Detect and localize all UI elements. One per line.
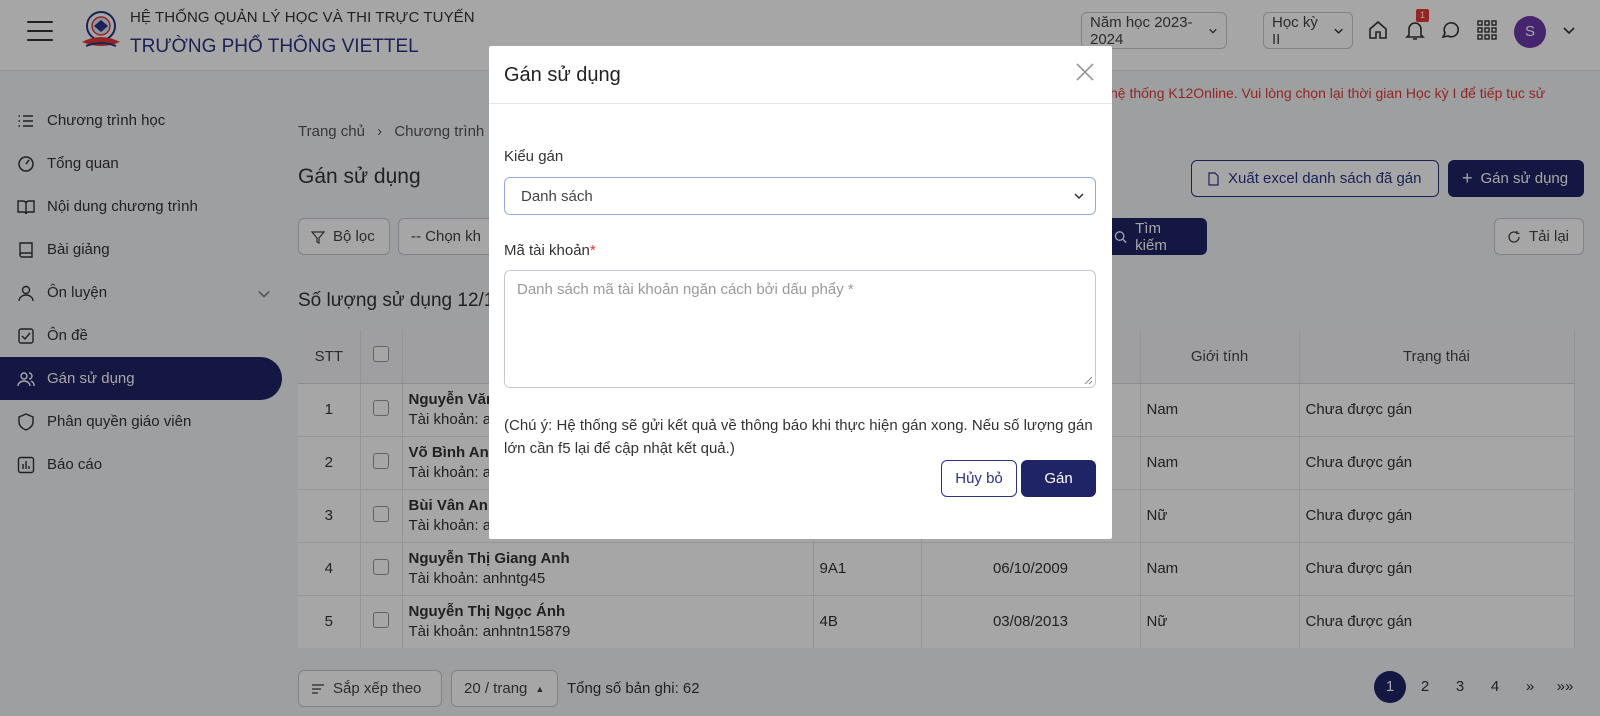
account-code-label-text: Mã tài khoản (504, 242, 590, 259)
resize-handle-icon[interactable] (1084, 376, 1093, 385)
submit-assign-button[interactable]: Gán (1021, 460, 1096, 497)
modal-header: Gán sử dụng (489, 46, 1112, 104)
required-mark: * (589, 242, 596, 259)
assign-usage-modal: Gán sử dụng Kiểu gán Danh sách Mã tài kh… (489, 46, 1112, 539)
cancel-button[interactable]: Hủy bỏ (941, 460, 1017, 497)
account-code-textarea[interactable]: Danh sách mã tài khoản ngăn cách bởi dấu… (504, 270, 1096, 388)
assign-note: (Chú ý: Hệ thống sẽ gửi kết quả về thông… (504, 417, 1093, 457)
close-icon[interactable] (1075, 62, 1095, 82)
chevron-down-icon (1074, 193, 1084, 200)
assign-type-value: Danh sách (521, 187, 593, 205)
account-code-label: Mã tài khoản* (504, 242, 596, 259)
account-code-placeholder: Danh sách mã tài khoản ngăn cách bởi dấu… (517, 281, 854, 298)
modal-title: Gán sử dụng (504, 64, 621, 86)
assign-type-select[interactable]: Danh sách (504, 177, 1096, 215)
assign-type-label: Kiểu gán (504, 148, 564, 165)
